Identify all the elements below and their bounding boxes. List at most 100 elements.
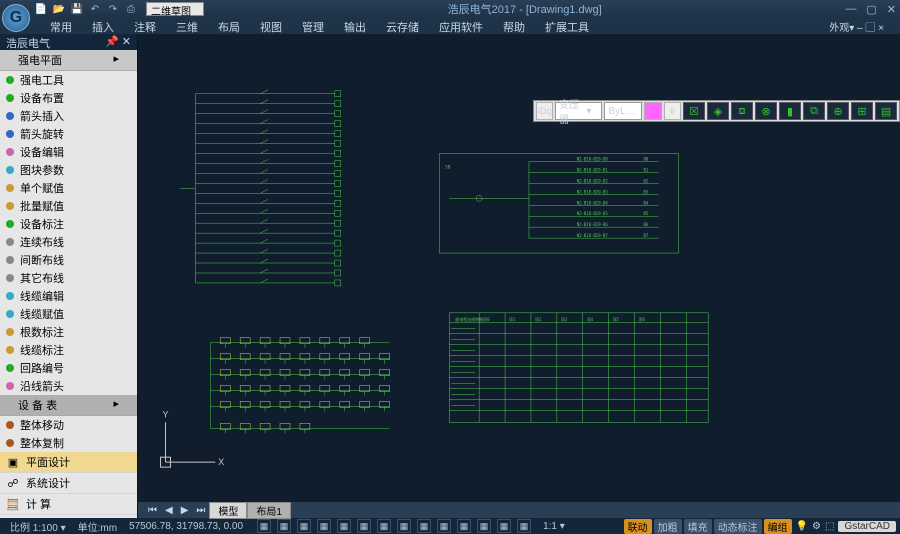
status-mode-icon[interactable]: ▦ (277, 519, 291, 533)
status-mode-icon[interactable]: ▦ (257, 519, 271, 533)
tool-item[interactable]: 设备标注 (0, 215, 137, 233)
status-tray-icon[interactable]: ⬚ (825, 521, 834, 532)
close-button[interactable]: ✕ (887, 3, 896, 16)
layout-nav-last[interactable]: ⏭ (192, 505, 209, 516)
side-panel-pin-icon[interactable]: 📌 ✕ (105, 35, 131, 49)
status-tray-icon[interactable]: ⚙ (812, 521, 821, 532)
tool-item[interactable]: 整体复制 (0, 434, 137, 452)
qat-open-icon[interactable]: 📂 (52, 2, 66, 16)
tool-item[interactable]: 单个赋值 (0, 179, 137, 197)
ribbon-tab[interactable]: 常用 (40, 18, 82, 34)
minimize-button[interactable]: — (845, 3, 856, 16)
side-section-header[interactable]: 设 备 表▸ (0, 395, 137, 416)
status-zoom[interactable]: 1:1 ▾ (537, 521, 571, 532)
layout-nav-prev[interactable]: ◀ (161, 505, 177, 516)
ft-symbol-icon[interactable]: ⊕ (827, 102, 849, 120)
ft-theta-icon[interactable]: θ (664, 102, 681, 120)
tool-item[interactable]: 整体移动 (0, 416, 137, 434)
status-mode-icon[interactable]: ▦ (357, 519, 371, 533)
layout-nav-next[interactable]: ▶ (177, 505, 193, 516)
tool-icon (4, 146, 16, 158)
status-mode-icon[interactable]: ▦ (337, 519, 351, 533)
tool-item[interactable]: 其它布线 (0, 269, 137, 287)
ft-symbol-icon[interactable]: ◈ (707, 102, 729, 120)
tool-item[interactable]: 箭头旋转 (0, 125, 137, 143)
status-mode-icon[interactable]: ▦ (317, 519, 331, 533)
tool-item[interactable]: 线缆赋值 (0, 305, 137, 323)
ribbon-tab[interactable]: 帮助 (493, 18, 535, 34)
window-buttons: — ▢ ✕ (845, 3, 896, 16)
status-toggle[interactable]: 加粗 (654, 519, 682, 534)
status-mode-icon[interactable]: ▦ (497, 519, 511, 533)
qat-save-icon[interactable]: 💾 (70, 2, 84, 16)
layout-tabs: ⏮ ◀ ▶ ⏭ 模型 布局1 (138, 502, 900, 518)
qat-print-icon[interactable]: ⎙ (124, 2, 138, 16)
ribbon-tab[interactable]: 管理 (292, 18, 334, 34)
tool-item[interactable]: 设备布置 (0, 89, 137, 107)
qat-new-icon[interactable]: 📄 (34, 2, 48, 16)
side-section-header[interactable]: 强电平面▸ (0, 50, 137, 71)
ft-symbol-icon[interactable]: ⊗ (755, 102, 777, 120)
tool-item[interactable]: 线缆标注 (0, 341, 137, 359)
ft-symbol-icon[interactable]: ▤ (875, 102, 897, 120)
status-mode-icon[interactable]: ▦ (517, 519, 531, 533)
tool-item[interactable]: 连续布线 (0, 233, 137, 251)
ribbon-tab[interactable]: 应用软件 (429, 18, 493, 34)
tool-item[interactable]: 强电工具 (0, 71, 137, 89)
status-mode-icon[interactable]: ▦ (477, 519, 491, 533)
ribbon-tab[interactable]: 输出 (334, 18, 376, 34)
category-item[interactable]: 🧮计 算 (0, 494, 137, 515)
status-toggle[interactable]: 联动 (624, 519, 652, 534)
ribbon-tab[interactable]: 扩展工具 (535, 18, 599, 34)
category-item[interactable]: ☍系统设计 (0, 473, 137, 494)
ribbon-right-controls[interactable]: 外观▾ – ▢ × (819, 18, 894, 34)
status-mode-icon[interactable]: ▦ (297, 519, 311, 533)
tool-item[interactable]: 根数标注 (0, 323, 137, 341)
ribbon-tab[interactable]: 插入 (82, 18, 124, 34)
category-item[interactable]: ▣平面设计 (0, 452, 137, 473)
tool-item[interactable]: 图块参数 (0, 161, 137, 179)
app-logo[interactable]: G (2, 4, 30, 32)
ft-color-swatch[interactable] (644, 102, 661, 120)
status-toggle[interactable]: 动态标注 (714, 519, 762, 534)
ft-selector[interactable]: 变压器 ▾ (555, 102, 602, 120)
ft-bylayer[interactable]: ByL… (604, 102, 642, 120)
view-selector[interactable]: 二维草图 (146, 2, 204, 16)
status-mode-icon[interactable]: ▦ (377, 519, 391, 533)
status-tray-icon[interactable]: 💡 (796, 521, 808, 532)
tool-item[interactable]: 箭头插入 (0, 107, 137, 125)
qat-redo-icon[interactable]: ↷ (106, 2, 120, 16)
status-mode-icon[interactable]: ▦ (417, 519, 431, 533)
ribbon-tab[interactable]: 注释 (124, 18, 166, 34)
ft-prefix[interactable]: IDq (536, 102, 553, 120)
layout-tab-model[interactable]: 模型 (209, 502, 247, 519)
status-scale[interactable]: 比例 1:100 ▾ (4, 519, 72, 534)
status-mode-icon[interactable]: ▦ (397, 519, 411, 533)
tool-item[interactable]: 回路编号 (0, 359, 137, 377)
tool-item[interactable]: 间断布线 (0, 251, 137, 269)
tool-item[interactable]: 线缆编辑 (0, 287, 137, 305)
ribbon-tab[interactable]: 布局 (208, 18, 250, 34)
maximize-button[interactable]: ▢ (866, 3, 876, 16)
ft-symbol-icon[interactable]: ⧉ (803, 102, 825, 120)
layout-tab-1[interactable]: 布局1 (247, 502, 291, 519)
ft-symbol-icon[interactable]: ⊞ (851, 102, 873, 120)
ribbon-tab[interactable]: 云存储 (376, 18, 429, 34)
ft-symbol-icon[interactable]: ⧈ (731, 102, 753, 120)
status-toggle[interactable]: 填充 (684, 519, 712, 534)
ribbon-tab[interactable]: 视图 (250, 18, 292, 34)
drawing-canvas[interactable]: N2-B18-B29-B0B0N2-B18-B29-B1B1N2-B18-B29… (138, 34, 900, 502)
qat-undo-icon[interactable]: ↶ (88, 2, 102, 16)
tool-item[interactable]: 设备编辑 (0, 143, 137, 161)
tool-item[interactable]: 批量赋值 (0, 197, 137, 215)
ribbon-tab[interactable]: 三维 (166, 18, 208, 34)
status-mode-icon[interactable]: ▦ (457, 519, 471, 533)
floating-toolbar[interactable]: IDq 变压器 ▾ ByL… θ ☒◈⧈⊗▮⧉⊕⊞▤ (533, 100, 900, 122)
tool-item[interactable]: 沿线箭头 (0, 377, 137, 395)
tool-label: 其它布线 (20, 270, 64, 286)
status-toggle[interactable]: 编组 (764, 519, 792, 534)
status-mode-icon[interactable]: ▦ (437, 519, 451, 533)
ft-symbol-icon[interactable]: ▮ (779, 102, 801, 120)
layout-nav-first[interactable]: ⏮ (144, 505, 161, 516)
ft-symbol-icon[interactable]: ☒ (683, 102, 705, 120)
